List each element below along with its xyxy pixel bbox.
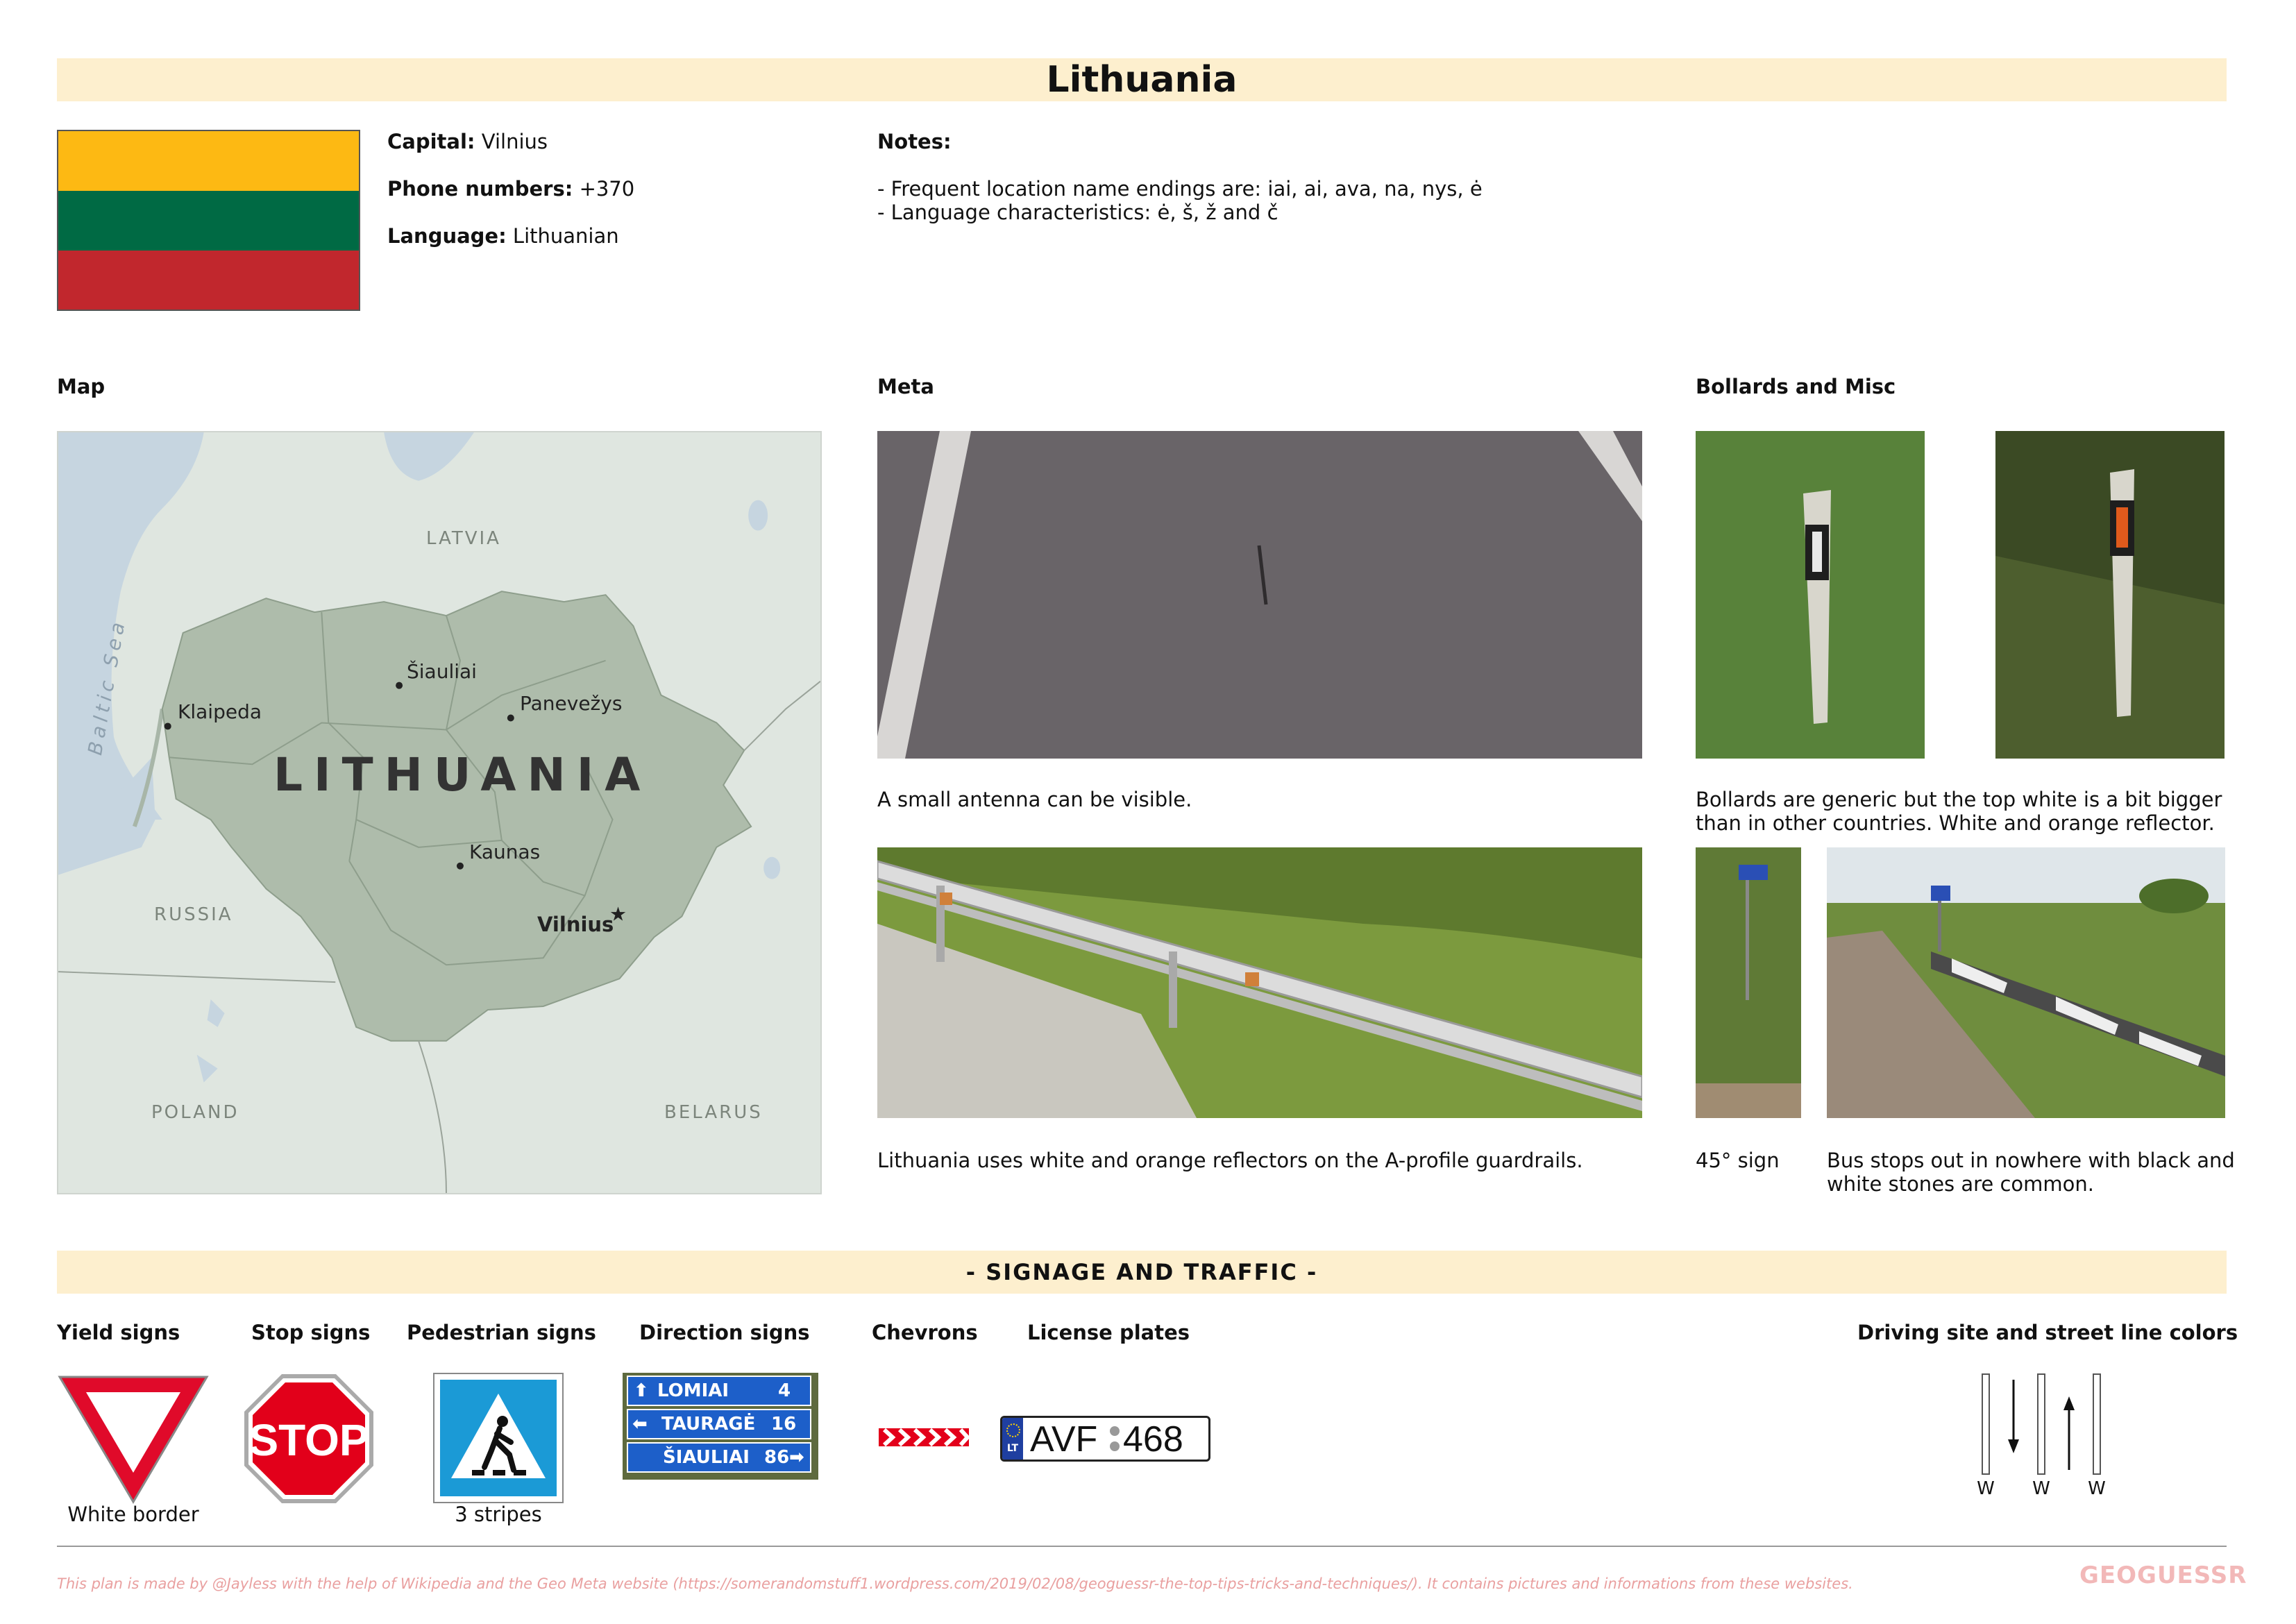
sign45-photo [1696, 847, 1801, 1118]
sign45-caption: 45° sign [1696, 1149, 1780, 1172]
direction-header: Direction signs [639, 1321, 810, 1344]
chevron-sign [879, 1428, 971, 1447]
language-label: Language: [387, 224, 507, 248]
capital-label: Capital: [387, 130, 475, 153]
direction-row-2: ⬅ TAURAGĖ 16 [627, 1409, 811, 1439]
direction-km-3: 86 [764, 1447, 790, 1468]
language-row: Language: Lithuanian [387, 224, 619, 248]
bollards-section-title: Bollards and Misc [1696, 375, 1896, 398]
bollards-caption-1: Bollards are generic but the top white i… [1696, 788, 2222, 811]
direction-row-1: ⬆ LOMIAI 4 [627, 1376, 811, 1406]
map-label-poland: POLAND [151, 1102, 239, 1123]
guardrail-photo [877, 847, 1642, 1118]
direction-row-3: ŠIAULIAI 86 ➡ [627, 1442, 811, 1473]
driving-side-diagram: W W W [1971, 1373, 2110, 1505]
direction-place-1: LOMIAI [657, 1380, 729, 1401]
antenna-caption: A small antenna can be visible. [877, 788, 1192, 811]
page-title: Lithuania [1046, 59, 1238, 101]
bollard-white-photo [1696, 431, 1925, 759]
map-label-belarus: BELARUS [664, 1102, 763, 1123]
driving-header: Driving site and street line colors [1857, 1321, 2238, 1344]
phone-row: Phone numbers: +370 [387, 177, 634, 201]
pedestrian-sign [433, 1373, 564, 1503]
bollard-orange-photo [1995, 431, 2225, 759]
stop-sign: STOP [243, 1373, 375, 1505]
stop-header: Stop signs [251, 1321, 371, 1344]
phone-value: +370 [579, 177, 635, 201]
arrow-left-icon: ⬅ [632, 1414, 648, 1435]
map-label-latvia: LATVIA [426, 528, 501, 549]
busstop-photo [1827, 847, 2225, 1118]
line-color-left: W [1977, 1478, 1995, 1499]
busstop-caption-2: white stones are common. [1827, 1172, 2095, 1196]
direction-sign: ⬆ LOMIAI 4 ⬅ TAURAGĖ 16 ŠIAULIAI 86 ➡ [623, 1373, 818, 1480]
map-city-panevezys: Panevežys [520, 692, 623, 715]
yield-sign [57, 1373, 210, 1505]
busstop-caption-1: Bus stops out in nowhere with black and [1827, 1149, 2235, 1172]
signage-title: - SIGNAGE AND TRAFFIC - [965, 1259, 1318, 1285]
plate-letters: AVF [1030, 1419, 1098, 1460]
eu-stars-icon [1006, 1423, 1020, 1437]
chevrons-header: Chevrons [872, 1321, 978, 1344]
plate-dot-top [1110, 1426, 1120, 1436]
pedestrian-caption: 3 stripes [455, 1503, 542, 1526]
map-city-vilnius: Vilnius [537, 913, 614, 936]
direction-km-2: 16 [771, 1414, 797, 1435]
guardrail-caption: Lithuania uses white and orange reflecto… [877, 1149, 1583, 1172]
footer-divider [57, 1546, 2227, 1547]
plate-country: LT [1006, 1443, 1019, 1454]
phone-label: Phone numbers: [387, 177, 573, 201]
yield-caption: White border [67, 1503, 199, 1526]
yield-header: Yield signs [57, 1321, 180, 1344]
country-map: ★ LATVIA RUSSIA POLAND BELARUS Baltic Se… [57, 431, 822, 1194]
notes-label: Notes: [877, 130, 952, 153]
capital-value: Vilnius [481, 130, 548, 153]
arrow-up-icon: ⬆ [634, 1380, 649, 1401]
antenna-photo [877, 431, 1642, 759]
language-value: Lithuanian [512, 224, 619, 248]
footer-credit: This plan is made by @Jayless with the h… [57, 1575, 1853, 1592]
map-city-siauliai: Šiauliai [407, 660, 477, 683]
bollards-caption-2: than in other countries. White and orang… [1696, 811, 2215, 835]
plate-dot-bottom [1110, 1441, 1120, 1451]
map-city-kaunas: Kaunas [469, 840, 541, 863]
eu-band: LT [1002, 1418, 1023, 1460]
stop-sign-text: STOP [248, 1415, 369, 1465]
direction-km-1: 4 [778, 1380, 791, 1401]
plates-header: License plates [1027, 1321, 1190, 1344]
arrow-right-icon: ➡ [789, 1447, 804, 1468]
notes-line-2: - Language characteristics: ė, š, ž and … [877, 201, 1278, 224]
license-plate: LT AVF 468 [1000, 1416, 1210, 1462]
line-color-center: W [2032, 1478, 2050, 1499]
flag [57, 130, 360, 311]
pedestrian-header: Pedestrian signs [407, 1321, 596, 1344]
map-label-country: LITHUANIA [273, 748, 652, 802]
line-color-right: W [2088, 1478, 2106, 1499]
map-section-title: Map [57, 375, 105, 398]
map-label-russia: RUSSIA [154, 904, 233, 925]
direction-place-2: TAURAGĖ [661, 1414, 756, 1435]
direction-place-3: ŠIAULIAI [663, 1447, 750, 1468]
map-city-klaipeda: Klaipeda [178, 700, 262, 723]
plate-digits: 468 [1123, 1419, 1183, 1460]
meta-section-title: Meta [877, 375, 934, 398]
capital-row: Capital: Vilnius [387, 130, 548, 153]
notes-line-1: - Frequent location name endings are: ia… [877, 177, 1483, 201]
geoguessr-logo: GEOGUESSR [2079, 1562, 2247, 1589]
